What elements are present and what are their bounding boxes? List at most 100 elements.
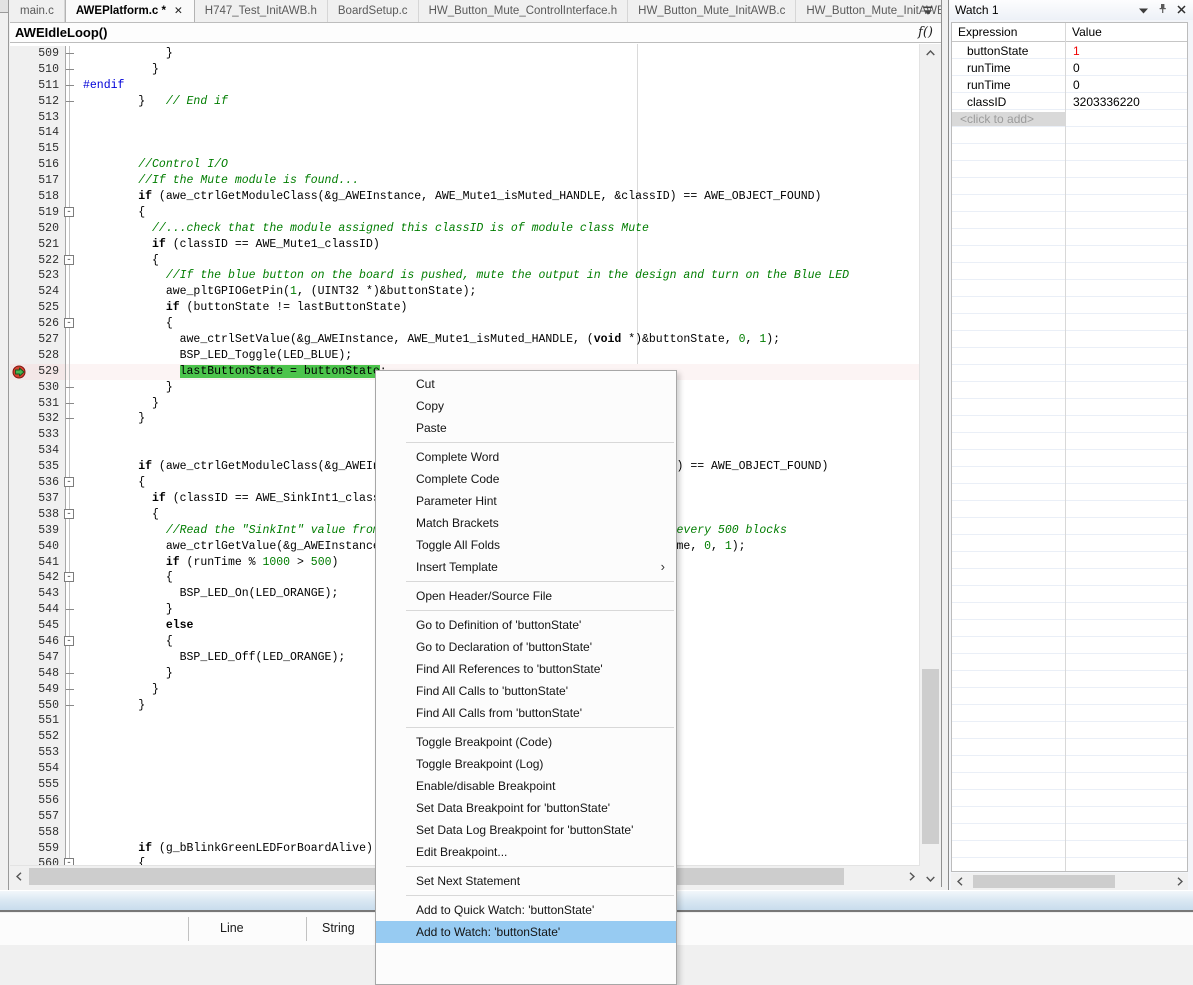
fold-collapse-icon[interactable]: - (64, 509, 74, 519)
line-number-gutter[interactable]: 553 (10, 745, 66, 761)
tab-h747-test-initawb.h[interactable]: H747_Test_InitAWB.h (195, 0, 328, 22)
menu-item-find-all-calls-from-buttonstate[interactable]: Find All Calls from 'buttonState' (376, 702, 676, 724)
code-text[interactable]: { (83, 253, 159, 269)
fold-collapse-icon[interactable]: - (64, 207, 74, 217)
line-number-gutter[interactable]: 515 (10, 141, 66, 157)
fold-margin[interactable]: - (66, 507, 83, 523)
scroll-right-arrow-icon[interactable] (1171, 873, 1188, 890)
watch-expression-cell[interactable]: buttonState (952, 44, 1065, 58)
tab-main.c[interactable]: main.c (10, 0, 65, 22)
code-text[interactable]: //If the blue button on the board is pus… (83, 268, 849, 284)
line-number-gutter[interactable]: 542 (10, 570, 66, 586)
menu-item-cut[interactable]: Cut (376, 373, 676, 395)
line-number-gutter[interactable]: 516 (10, 157, 66, 173)
fold-margin[interactable] (66, 841, 83, 857)
fold-margin[interactable] (66, 713, 83, 729)
fold-margin[interactable]: - (66, 253, 83, 269)
line-number-gutter[interactable]: 543 (10, 586, 66, 602)
watch-row[interactable]: runTime0 (952, 59, 1187, 76)
fold-margin[interactable] (66, 825, 83, 841)
menu-item-add-to-watch-buttonstate[interactable]: Add to Watch: 'buttonState' (376, 921, 676, 943)
function-list-icon[interactable]: f() (918, 25, 933, 40)
fold-margin[interactable] (66, 268, 83, 284)
code-text[interactable]: BSP_LED_Toggle(LED_BLUE); (83, 348, 352, 364)
line-number-gutter[interactable]: 550 (10, 698, 66, 714)
code-text[interactable]: { (83, 634, 173, 650)
fold-margin[interactable]: - (66, 316, 83, 332)
tab-boardsetup.c[interactable]: BoardSetup.c (328, 0, 419, 22)
scroll-left-arrow-icon[interactable] (10, 868, 27, 885)
line-number-gutter[interactable]: 555 (10, 777, 66, 793)
tab-hw-button-mute-initawb.c[interactable]: HW_Button_Mute_InitAWB.c (628, 0, 796, 22)
fold-margin[interactable]: - (66, 205, 83, 221)
fold-margin[interactable] (66, 110, 83, 126)
line-number-gutter[interactable]: 551 (10, 713, 66, 729)
fold-collapse-icon[interactable]: - (64, 636, 74, 646)
menu-item-enable-disable-breakpoint[interactable]: Enable/disable Breakpoint (376, 775, 676, 797)
line-number-gutter[interactable]: 520 (10, 221, 66, 237)
watch-value-cell[interactable]: 0 (1065, 61, 1080, 75)
watch-scroll-thumb[interactable] (973, 875, 1115, 888)
code-text[interactable]: } (83, 666, 173, 682)
line-number-gutter[interactable]: 539 (10, 523, 66, 539)
code-text[interactable]: if (classID == AWE_SinkInt1_classID) (83, 491, 400, 507)
fold-margin[interactable]: - (66, 570, 83, 586)
menu-item-parameter-hint[interactable]: Parameter Hint (376, 490, 676, 512)
pin-icon[interactable] (1157, 3, 1168, 17)
fold-margin[interactable] (66, 78, 83, 94)
line-number-gutter[interactable]: 519 (10, 205, 66, 221)
code-line[interactable]: 513 (10, 110, 920, 126)
line-number-gutter[interactable]: 535 (10, 459, 66, 475)
code-line[interactable]: 526- { (10, 316, 920, 332)
fold-margin[interactable] (66, 94, 83, 110)
fold-margin[interactable] (66, 793, 83, 809)
code-line[interactable]: 527 awe_ctrlSetValue(&g_AWEInstance, AWE… (10, 332, 920, 348)
fold-margin[interactable] (66, 380, 83, 396)
line-number-gutter[interactable]: 522 (10, 253, 66, 269)
code-text[interactable]: BSP_LED_Off(LED_ORANGE); (83, 650, 345, 666)
code-line[interactable]: 519- { (10, 205, 920, 221)
fold-margin[interactable] (66, 729, 83, 745)
code-text[interactable]: if (runTime % 1000 > 500) (83, 555, 338, 571)
fold-margin[interactable] (66, 173, 83, 189)
line-number-gutter[interactable]: 509 (10, 46, 66, 62)
code-line[interactable]: 517 //If the Mute module is found... (10, 173, 920, 189)
menu-item-edit-breakpoint[interactable]: Edit Breakpoint... (376, 841, 676, 863)
fold-collapse-icon[interactable]: - (64, 572, 74, 582)
menu-item-find-all-references-to-buttonstate[interactable]: Find All References to 'buttonState' (376, 658, 676, 680)
scroll-left-arrow-icon[interactable] (951, 873, 968, 890)
code-line[interactable]: 512 } // End if (10, 94, 920, 110)
line-number-gutter[interactable]: 513 (10, 110, 66, 126)
fold-margin[interactable] (66, 189, 83, 205)
line-number-gutter[interactable]: 529 (10, 364, 66, 380)
line-number-gutter[interactable]: 548 (10, 666, 66, 682)
watch-value-cell[interactable]: 3203336220 (1065, 95, 1140, 109)
line-number-gutter[interactable]: 512 (10, 94, 66, 110)
fold-margin[interactable] (66, 602, 83, 618)
code-text[interactable]: awe_ctrlSetValue(&g_AWEInstance, AWE_Mut… (83, 332, 780, 348)
watch-add-row[interactable]: <click to add> (952, 110, 1187, 127)
line-number-gutter[interactable]: 531 (10, 396, 66, 412)
fold-margin[interactable] (66, 491, 83, 507)
code-text[interactable]: { (83, 475, 145, 491)
line-number-gutter[interactable]: 511 (10, 78, 66, 94)
line-number-gutter[interactable]: 557 (10, 809, 66, 825)
vertical-scroll-thumb[interactable] (922, 669, 939, 844)
line-number-gutter[interactable]: 545 (10, 618, 66, 634)
line-number-gutter[interactable]: 527 (10, 332, 66, 348)
watch-menu-dropdown-icon[interactable] (1139, 3, 1148, 17)
code-text[interactable]: if (g_bBlinkGreenLEDForBoardAlive) (83, 841, 373, 857)
fold-margin[interactable] (66, 539, 83, 555)
menu-item-complete-code[interactable]: Complete Code (376, 468, 676, 490)
watch-row[interactable]: runTime0 (952, 76, 1187, 93)
code-line[interactable]: 521 if (classID == AWE_Mute1_classID) (10, 237, 920, 253)
code-text[interactable]: { (83, 570, 173, 586)
watch-expression-cell[interactable]: runTime (952, 78, 1065, 92)
code-text[interactable]: } (83, 602, 173, 618)
fold-margin[interactable] (66, 396, 83, 412)
watch-expression-cell[interactable]: classID (952, 95, 1065, 109)
watch-expression-cell[interactable]: runTime (952, 61, 1065, 75)
line-number-gutter[interactable]: 528 (10, 348, 66, 364)
code-line[interactable]: 514 (10, 125, 920, 141)
code-line[interactable]: 520 //...check that the module assigned … (10, 221, 920, 237)
